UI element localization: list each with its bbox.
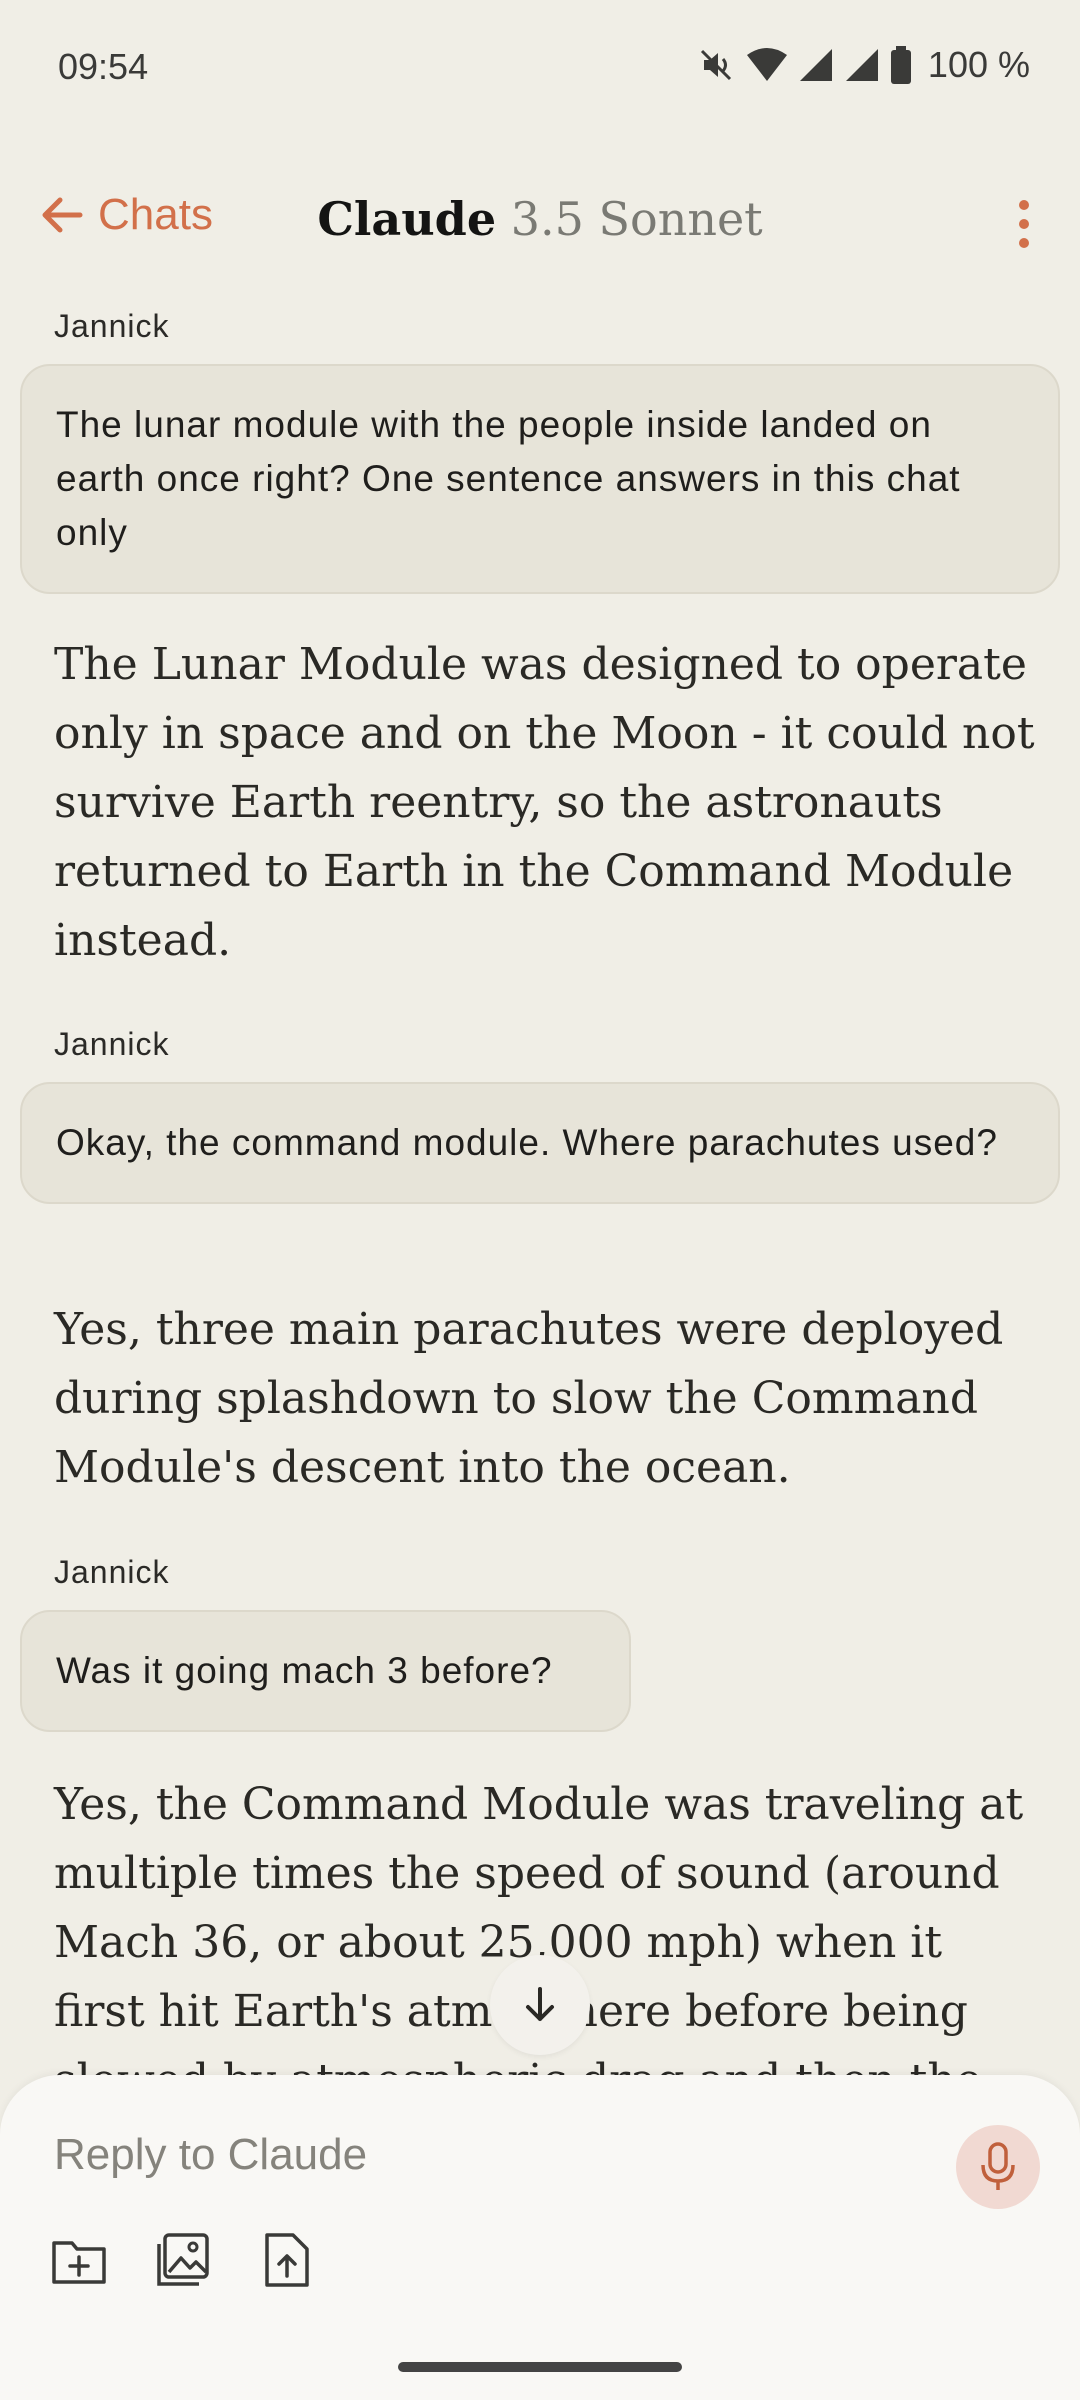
- user-message: Was it going mach 3 before?: [20, 1610, 631, 1732]
- assistant-message: Yes, three main parachutes were deployed…: [54, 1304, 1004, 1493]
- battery-icon: [890, 46, 911, 84]
- scroll-to-bottom-button[interactable]: [490, 1955, 590, 2055]
- upload-icon: [265, 2233, 309, 2287]
- user-message: Okay, the command module. Where parachut…: [20, 1082, 1060, 1204]
- more-options-button[interactable]: [1004, 194, 1044, 254]
- wifi-icon: [746, 48, 787, 81]
- mute-icon: [700, 49, 731, 81]
- battery-percent: 100 %: [927, 44, 1030, 85]
- reply-input[interactable]: [54, 2115, 894, 2195]
- add-file-icon: [52, 2241, 106, 2284]
- chat-area[interactable]: Jannick The lunar module with the people…: [0, 300, 1080, 2080]
- microphone-icon: [981, 2142, 1015, 2190]
- user-message: The lunar module with the people inside …: [20, 364, 1060, 594]
- upload-file-button[interactable]: [252, 2225, 322, 2295]
- image-icon: [157, 2233, 209, 2286]
- composer: [0, 2075, 1080, 2400]
- app-bar: Chats Claude 3.5 Sonnet: [0, 170, 1080, 270]
- add-image-button[interactable]: [148, 2225, 218, 2295]
- assistant-message: The Lunar Module was designed to operate…: [54, 639, 1035, 966]
- message-sender: Jannick: [54, 308, 170, 344]
- microphone-button[interactable]: [956, 2125, 1040, 2209]
- status-bar: 09:54 100 %: [0, 0, 1080, 130]
- model-name: 3.5 Sonnet: [510, 192, 763, 246]
- message-sender: Jannick: [54, 1554, 170, 1590]
- message-sender: Jannick: [54, 1026, 170, 1062]
- signal-icon: [799, 49, 832, 81]
- status-time: 09:54: [58, 46, 149, 87]
- home-indicator[interactable]: [398, 2362, 682, 2372]
- arrow-down-icon: [526, 1987, 554, 2021]
- signal-icon: [845, 49, 878, 81]
- page-title: Claude 3.5 Sonnet: [0, 192, 1080, 246]
- status-icons: 100 %: [696, 44, 1030, 86]
- title-main: Claude: [317, 192, 497, 246]
- add-file-button[interactable]: [44, 2225, 114, 2295]
